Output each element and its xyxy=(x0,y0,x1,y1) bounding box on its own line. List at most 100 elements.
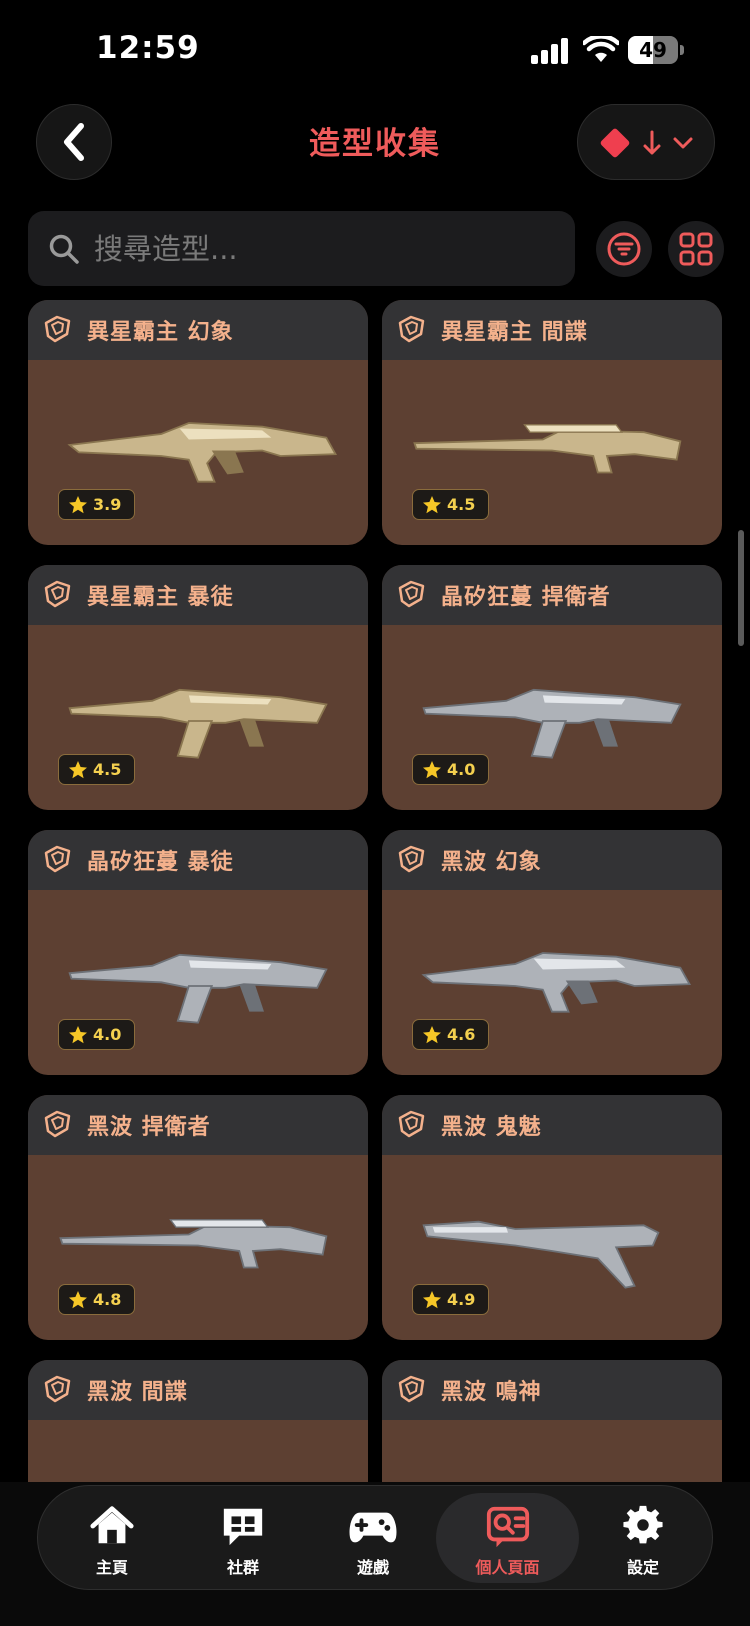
skin-name: 黑波 捍衛者 xyxy=(87,1115,211,1140)
skin-card-header: 異星霸主 暴徒 xyxy=(28,565,368,625)
tier-icon xyxy=(398,315,425,343)
tier-icon xyxy=(44,1110,71,1138)
tab-label: 個人頁面 xyxy=(475,1558,540,1577)
tab-label: 遊戲 xyxy=(356,1558,389,1577)
tab-community[interactable]: 社群 xyxy=(178,1486,308,1591)
grid-view-button[interactable] xyxy=(668,221,724,277)
skin-card[interactable]: 黑波 間諜 xyxy=(28,1360,368,1482)
skin-name: 黑波 鬼魅 xyxy=(441,1115,542,1140)
home-icon xyxy=(90,1506,134,1544)
skin-card[interactable]: 黑波 幻象 4.6 xyxy=(382,830,722,1075)
star-icon xyxy=(69,495,87,513)
tab-label: 社群 xyxy=(226,1558,259,1577)
tab-bar: 主頁 社群 遊戲 個人頁面 設定 xyxy=(37,1485,713,1590)
skin-name: 異星霸主 間諜 xyxy=(441,320,588,345)
gamepad-icon xyxy=(349,1512,397,1543)
star-icon xyxy=(423,1290,441,1308)
skin-grid[interactable]: 異星霸主 幻象 3.9 異星霸主 間諜 4.5 異星霸主 暴徒 4.5 晶矽狂蔓… xyxy=(0,300,750,1482)
rating-badge: 4.9 xyxy=(412,1284,489,1315)
skin-card-header: 黑波 鬼魅 xyxy=(382,1095,722,1155)
status-bar: 12:59 49 xyxy=(0,0,750,100)
tier-icon xyxy=(398,845,425,873)
skin-name: 黑波 間諜 xyxy=(87,1380,188,1405)
rating-value: 4.6 xyxy=(447,1025,476,1044)
rating-value: 4.8 xyxy=(93,1290,122,1309)
rating-value: 4.0 xyxy=(93,1025,122,1044)
tab-settings[interactable]: 設定 xyxy=(578,1486,708,1591)
filter-button[interactable] xyxy=(596,221,652,277)
skin-name: 黑波 幻象 xyxy=(441,850,542,875)
tier-icon xyxy=(398,1375,425,1403)
skin-name: 晶矽狂蔓 捍衛者 xyxy=(441,585,611,610)
skin-card[interactable]: 黑波 鬼魅 4.9 xyxy=(382,1095,722,1340)
weapon-image xyxy=(42,1450,354,1482)
rating-value: 4.9 xyxy=(447,1290,476,1309)
back-button[interactable] xyxy=(36,104,112,180)
star-icon xyxy=(423,495,441,513)
skin-card-header: 黑波 鳴神 xyxy=(382,1360,722,1420)
skin-card[interactable]: 黑波 鳴神 xyxy=(382,1360,722,1482)
skin-card-header: 晶矽狂蔓 暴徒 xyxy=(28,830,368,890)
tab-label: 設定 xyxy=(626,1558,659,1577)
search-icon xyxy=(49,234,79,264)
rating-badge: 4.5 xyxy=(412,489,489,520)
rating-badge: 4.8 xyxy=(58,1284,135,1315)
tab-label: 主頁 xyxy=(95,1558,128,1577)
weapon-image xyxy=(421,952,692,1013)
rating-value: 4.5 xyxy=(447,495,476,514)
skin-card[interactable]: 異星霸主 暴徒 4.5 xyxy=(28,565,368,810)
rating-badge: 3.9 xyxy=(58,489,135,520)
search-input[interactable] xyxy=(94,211,554,286)
sort-button[interactable] xyxy=(577,104,715,180)
skin-card-header: 異星霸主 幻象 xyxy=(28,300,368,360)
skin-card-header: 黑波 幻象 xyxy=(382,830,722,890)
star-icon xyxy=(69,1025,87,1043)
rating-badge: 4.0 xyxy=(58,1019,135,1050)
skin-card-header: 異星霸主 間諜 xyxy=(382,300,722,360)
chevron-left-icon xyxy=(64,123,84,161)
tier-icon xyxy=(44,580,71,608)
star-icon xyxy=(69,1290,87,1308)
battery-icon: 49 xyxy=(628,36,684,64)
skin-name: 黑波 鳴神 xyxy=(441,1380,542,1405)
chevron-down-icon xyxy=(673,137,693,149)
status-time: 12:59 xyxy=(96,30,200,66)
search-box[interactable] xyxy=(28,211,575,286)
tier-icon xyxy=(398,580,425,608)
skin-card[interactable]: 異星霸主 間諜 4.5 xyxy=(382,300,722,545)
skin-card[interactable]: 異星霸主 幻象 3.9 xyxy=(28,300,368,545)
tab-profile[interactable]: 個人頁面 xyxy=(436,1493,579,1583)
tier-icon xyxy=(398,1110,425,1138)
skin-name: 異星霸主 幻象 xyxy=(87,320,234,345)
tab-games[interactable]: 遊戲 xyxy=(308,1486,438,1591)
rating-value: 4.0 xyxy=(447,760,476,779)
arrow-down-icon xyxy=(643,130,661,155)
weapon-image xyxy=(396,1450,708,1482)
tier-icon xyxy=(44,1375,71,1403)
weapon-image xyxy=(413,424,682,474)
skin-card[interactable]: 晶矽狂蔓 捍衛者 4.0 xyxy=(382,565,722,810)
star-icon xyxy=(69,760,87,778)
scrollbar[interactable] xyxy=(738,530,744,646)
weapon-image xyxy=(67,422,338,483)
cellular-signal-icon xyxy=(531,38,568,64)
skin-card[interactable]: 晶矽狂蔓 暴徒 4.0 xyxy=(28,830,368,1075)
weapon-image xyxy=(422,1220,660,1289)
gear-icon xyxy=(623,1505,663,1544)
rating-value: 4.5 xyxy=(93,760,122,779)
weapon-image xyxy=(422,688,682,759)
rating-badge: 4.0 xyxy=(412,754,489,785)
skin-name: 異星霸主 暴徒 xyxy=(87,585,234,610)
star-icon xyxy=(423,1025,441,1043)
skin-name: 晶矽狂蔓 暴徒 xyxy=(87,850,234,875)
chat-icon xyxy=(223,1508,263,1546)
rating-badge: 4.6 xyxy=(412,1019,489,1050)
tab-home[interactable]: 主頁 xyxy=(47,1486,177,1591)
tier-icon xyxy=(44,845,71,873)
rating-value: 3.9 xyxy=(93,495,122,514)
skin-card-header: 黑波 間諜 xyxy=(28,1360,368,1420)
weapon-image xyxy=(59,1219,328,1269)
grid-view-icon xyxy=(679,232,713,266)
rarity-diamond-icon xyxy=(600,128,630,158)
skin-card[interactable]: 黑波 捍衛者 4.8 xyxy=(28,1095,368,1340)
